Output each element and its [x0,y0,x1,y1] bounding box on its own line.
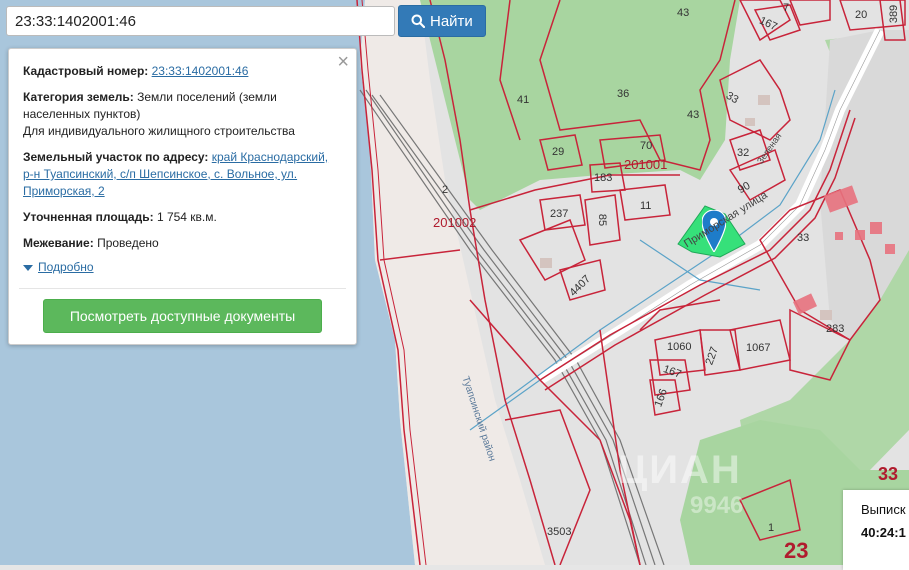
area-label: Уточненная площадь: [23,210,154,224]
details-toggle[interactable]: Подробно [23,259,342,276]
map-pin-icon[interactable] [702,210,726,252]
survey-row: Межевание: Проведено [23,235,342,252]
cadastral-link[interactable]: 23:33:1402001:46 [152,64,249,78]
close-icon[interactable]: × [337,52,349,72]
cadastral-label: Кадастровый номер: [23,64,149,78]
area-value: 1 754 кв.м. [156,210,217,224]
search-bar: Найти [6,5,486,37]
details-label: Подробно [38,260,94,274]
search-button[interactable]: Найти [398,5,486,37]
category-label: Категория земель: [23,90,134,104]
search-button-label: Найти [430,12,473,30]
parcel-info-card: × Кадастровый номер: 23:33:1402001:46 Ка… [8,48,357,345]
address-label: Земельный участок по адресу: [23,150,209,164]
search-input[interactable] [6,6,395,36]
address-row: Земельный участок по адресу: край Красно… [23,149,342,200]
search-icon [411,14,425,28]
category-row: Категория земель: Земли поселений (земли… [23,89,342,140]
survey-label: Межевание: [23,236,94,250]
watermark: ЦИАН [618,448,742,492]
area-row: Уточненная площадь: 1 754 кв.м. [23,209,342,226]
caret-down-icon [23,264,33,271]
watermark-number: 9946 [690,492,744,519]
extract-title: Выписк [861,502,906,517]
extract-number: 40:24:1 [861,525,906,540]
extract-panel[interactable]: Выписк 40:24:1 [843,490,909,570]
quarter-number: 33 [878,464,899,484]
usage-value: Для индивидуального жилищного строительс… [23,124,295,138]
divider [19,288,346,289]
view-documents-button[interactable]: Посмотреть доступные документы [43,299,322,333]
survey-value: Проведено [97,236,159,250]
district-number: 23 [784,538,809,563]
cadastral-row: Кадастровый номер: 23:33:1402001:46 [23,63,342,80]
